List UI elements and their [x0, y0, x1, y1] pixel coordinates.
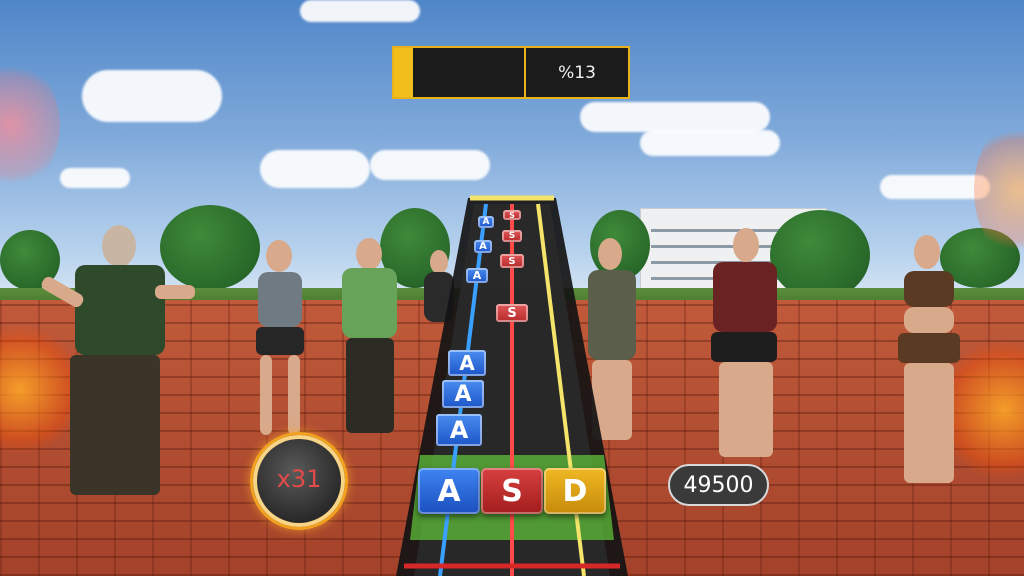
note-a: A	[436, 414, 482, 446]
song-progress-bar: %13	[392, 46, 630, 99]
game-scene: A A A A A A S S S S A S D %13 x31 49500	[0, 0, 1024, 576]
note-s: S	[496, 304, 528, 322]
note-a: A	[466, 268, 488, 283]
note-s: S	[503, 210, 521, 220]
note-s: S	[502, 230, 522, 242]
key-d-button[interactable]: D	[544, 468, 606, 514]
key-s-button[interactable]: S	[481, 468, 543, 514]
combo-multiplier: x31	[276, 465, 322, 493]
key-a-button[interactable]: A	[418, 468, 480, 514]
note-a: A	[474, 240, 492, 253]
note-a: A	[448, 350, 486, 376]
note-a: A	[478, 216, 494, 228]
song-progress-percent: %13	[558, 62, 596, 83]
combo-meter: x31	[250, 432, 348, 530]
song-progress-fill	[394, 48, 413, 97]
note-s: S	[500, 254, 524, 268]
score-display: 49500	[668, 464, 769, 506]
note-a: A	[442, 380, 484, 408]
